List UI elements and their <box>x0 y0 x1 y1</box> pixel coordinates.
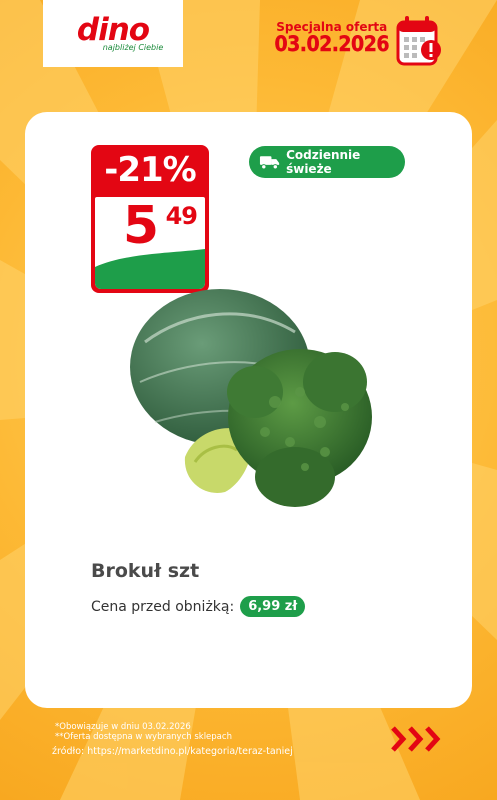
footer-notes: *Obowiązuje w dniu 03.02.2026 **Oferta d… <box>52 722 293 759</box>
dino-logo[interactable]: dino najbliżej Ciebie <box>43 0 183 67</box>
triple-chevron-right-icon[interactable] <box>390 724 446 754</box>
fresh-daily-label: Codziennie świeże <box>286 148 361 176</box>
footer-source-link[interactable]: źródło: https://marketdino.pl/kategoria/… <box>52 745 293 759</box>
previous-price-value: 6,99 zł <box>240 596 306 617</box>
previous-price-label: Cena przed obniżką: <box>91 598 235 615</box>
calendar-alert-icon <box>396 16 441 66</box>
discount-label: -21% <box>104 150 197 190</box>
footer-availability: **Oferta dostępna w wybranych sklepach <box>55 732 232 742</box>
special-offer-date: 03.02.2026 <box>274 32 389 56</box>
footer-valid-date: *Obowiązuje w dniu 03.02.2026 <box>55 722 191 732</box>
product-card[interactable]: -21% 5 49 Codziennie świeże Brokuł szt C… <box>25 112 472 708</box>
logo-wordmark: dino <box>76 12 150 48</box>
special-offer-header: Specjalna oferta 03.02.2026 <box>274 20 389 56</box>
price-decimal: 49 <box>165 202 198 230</box>
fresh-daily-badge: Codziennie świeże <box>249 146 405 178</box>
price-integer: 5 <box>122 197 159 256</box>
broccoli-image <box>130 289 372 507</box>
price-tag: -21% 5 49 <box>91 145 209 293</box>
logo-tagline: najbliżej Ciebie <box>102 43 164 52</box>
product-name: Brokuł szt <box>91 560 200 582</box>
truck-icon <box>259 156 280 170</box>
previous-price-row: Cena przed obniżką: 6,99 zł <box>91 596 306 617</box>
